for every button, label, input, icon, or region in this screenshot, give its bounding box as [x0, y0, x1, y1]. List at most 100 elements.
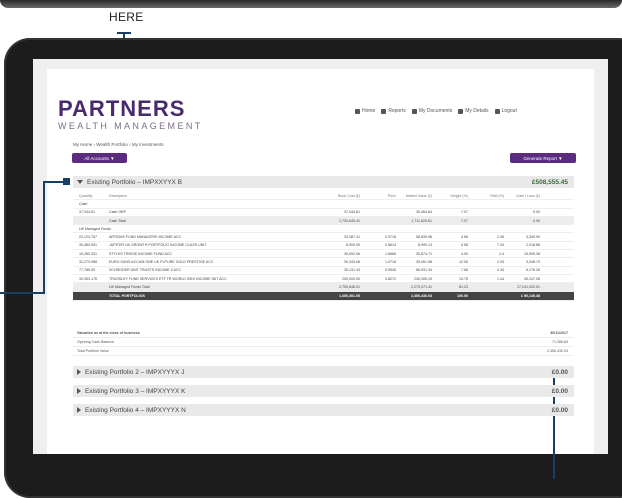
table-row[interactable]: 32,273.958 EURO SUNS ACCUM ONE UK FUTURE … [73, 258, 574, 267]
holdings-table: Quantity Description Book Cost (£) Price… [73, 192, 574, 301]
subtotal-row-cash: Cash Total 1,730,645.41 1,711,629.61 7.0… [73, 216, 574, 226]
cell: 10,505.38 [524, 251, 540, 256]
portfolio-3-header[interactable]: Existing Portfolio 3 – IMPXYYYX K £0.00 [73, 385, 574, 397]
col-header-book-cost: Book Cost (£) [338, 193, 360, 198]
logo-sub-text: WEALTH MANAGEMENT [58, 121, 203, 131]
table-row[interactable]: 15,280.331 STYLES TRIDGE INCOME FUND ACC 3… [73, 250, 574, 259]
table-header-row: Quantity Description Book Cost (£) Price… [73, 192, 574, 201]
portfolio-4-header[interactable]: Existing Portfolio 4 – IMPXYYYX N £0.00 [73, 404, 574, 416]
cell: 15.75 [459, 276, 468, 281]
table-row[interactable]: 30,453.176 TRUSSLEY FUND SERVICES ETF TR … [73, 275, 574, 284]
table-row[interactable]: 35,483.951 JUPITER UK GROWTH PORTFOLIO IN… [73, 242, 574, 251]
portfolio-1-value: £508,555.45 [531, 178, 568, 186]
cell: 0.5945 [385, 268, 396, 273]
summary-label: Total Portfolio Value [77, 349, 109, 353]
nav-documents-label: My Documents [418, 108, 453, 114]
table-row[interactable]: 77,789.05 SCHRODER UNIT TRUSTS INCOME Z A… [73, 267, 574, 275]
cell: 1.6669 [385, 251, 396, 256]
nav-reports[interactable]: Reports [381, 108, 406, 114]
portfolio-2-header[interactable]: Existing Portfolio 2 – IMPXYYYX J £0.00 [73, 366, 574, 378]
summary-heading: Valuation as at the close of business [77, 331, 140, 335]
reports-icon [381, 108, 387, 114]
cell: 4.34 [497, 268, 504, 273]
table-row[interactable]: 37,044.61 Cash GBP 37,044.61 35,464.64 7… [73, 209, 574, 217]
breadcrumb[interactable]: My Home › Wealth Portfolio › My Investme… [73, 142, 163, 147]
cell: ARTEMIS FUND MANAGERS INCOME ACC [109, 235, 182, 240]
cell: 7.07 [461, 218, 468, 223]
cell: 4.66 [461, 235, 468, 240]
collapse-arrow-icon [77, 180, 83, 184]
cell: 12.06 [459, 260, 468, 265]
cell: 2.05 [497, 260, 504, 265]
portfolio-1-header[interactable]: Existing Portfolio – IMPXXYYX B £508,555… [73, 176, 574, 188]
section-label-uk-funds: UK Managed Funds [79, 226, 111, 231]
col-header-quantity: Quantity [79, 193, 93, 198]
cell: 5,176.26 [526, 268, 540, 273]
col-header-description: Description [109, 193, 127, 198]
cell: 100.00 [457, 293, 468, 298]
cell: 23,123.767 [79, 235, 97, 240]
home-icon [355, 108, 360, 114]
partners-logo[interactable]: PARTNERS WEALTH MANAGEMENT [58, 96, 203, 132]
cell: 2.46 [497, 235, 504, 240]
portfolio-1-name: Existing Portfolio – IMPXXYYX B [87, 178, 183, 186]
section-row-cash[interactable]: Cash [73, 200, 574, 209]
grand-total-row: TOTAL PORTFOLIOS 1,650,301.05 2,356,430.… [73, 291, 574, 301]
top-navigation: Home Reports My Documents My Details Log… [355, 108, 517, 114]
table-row[interactable]: 23,123.767 ARTEMIS FUND MANAGERS INCOME A… [73, 233, 574, 242]
cell: 2,279,071.41 [411, 284, 432, 289]
summary-value: 71,366.63 [552, 340, 568, 344]
nav-documents[interactable]: My Documents [411, 108, 453, 114]
cell: 35,131.43 [344, 268, 360, 273]
cell: 2,356,430.03 [411, 293, 432, 298]
cell: 3,349.90 [526, 235, 540, 240]
cell: 0.00 [533, 218, 540, 223]
cell: 35,464.64 [416, 210, 432, 215]
nav-details-label: My Details [465, 108, 489, 114]
cell: SCHRODER UNIT TRUSTS INCOME Z ACC [109, 268, 182, 273]
callout-line-left-vertical [43, 181, 45, 294]
cell: 45,247.08 [524, 276, 540, 281]
cell: 30,453.176 [79, 276, 97, 281]
cell: TOTAL PORTFOLIOS [109, 293, 145, 298]
cell: £ 90,145.38 [521, 293, 540, 298]
device-top-edge [0, 0, 622, 8]
user-icon [458, 108, 464, 114]
uk-funds-rows: 23,123.767 ARTEMIS FUND MANAGERS INCOME A… [73, 233, 574, 284]
valuation-summary: Valuation as at the close of business 30… [73, 329, 574, 356]
cell: 33,387.41 [344, 235, 360, 240]
summary-label: Opening Cash Balance [77, 340, 114, 344]
cell: 8,909.09 [346, 243, 360, 248]
nav-logout[interactable]: Logout [494, 108, 517, 114]
cell: 4.00 [461, 251, 468, 256]
col-header-price: Price [387, 193, 396, 198]
cell: 0.58 [461, 243, 468, 248]
cell: 2,018.88 [526, 243, 540, 248]
cell: 8,999.13 [418, 243, 432, 248]
expand-arrow-icon [77, 369, 81, 375]
cell: UK Managed Funds Total [109, 284, 150, 289]
logout-icon [494, 108, 500, 114]
section-row-uk-funds[interactable]: UK Managed Funds [73, 225, 574, 234]
cell: 35,483.951 [79, 243, 97, 248]
nav-details[interactable]: My Details [458, 108, 489, 114]
cell: 2.9716 [385, 235, 396, 240]
cell: 81.23 [459, 284, 468, 289]
cell: 7.43 [497, 243, 504, 248]
callout-line-left-horizontal [0, 292, 44, 294]
annotation-label: HERE [109, 10, 144, 24]
cell: 3.8272 [385, 276, 396, 281]
logo-main-text: PARTNERS [58, 96, 186, 121]
nav-home[interactable]: Home [355, 108, 375, 114]
subtotal-row-uk-funds: UK Managed Funds Total 2,750,646.01 2,27… [73, 283, 574, 292]
cell: TRUSSLEY FUND SERVICES ETF TR WORLD IDEX… [109, 276, 227, 281]
portfolio-3-value: £0.00 [551, 387, 568, 395]
all-accounts-button[interactable]: All Accounts ▼ [72, 153, 127, 163]
cell: 1.44 [497, 276, 504, 281]
section-label-cash: Cash [79, 201, 88, 206]
cell: 240,306.19 [414, 276, 432, 281]
generate-report-button[interactable]: Generate Report ▼ [510, 153, 576, 163]
col-header-market-value: Market Value (£) [405, 193, 432, 198]
cell: 30,343.08 [344, 260, 360, 265]
cell: 37,044.61 [344, 210, 360, 215]
